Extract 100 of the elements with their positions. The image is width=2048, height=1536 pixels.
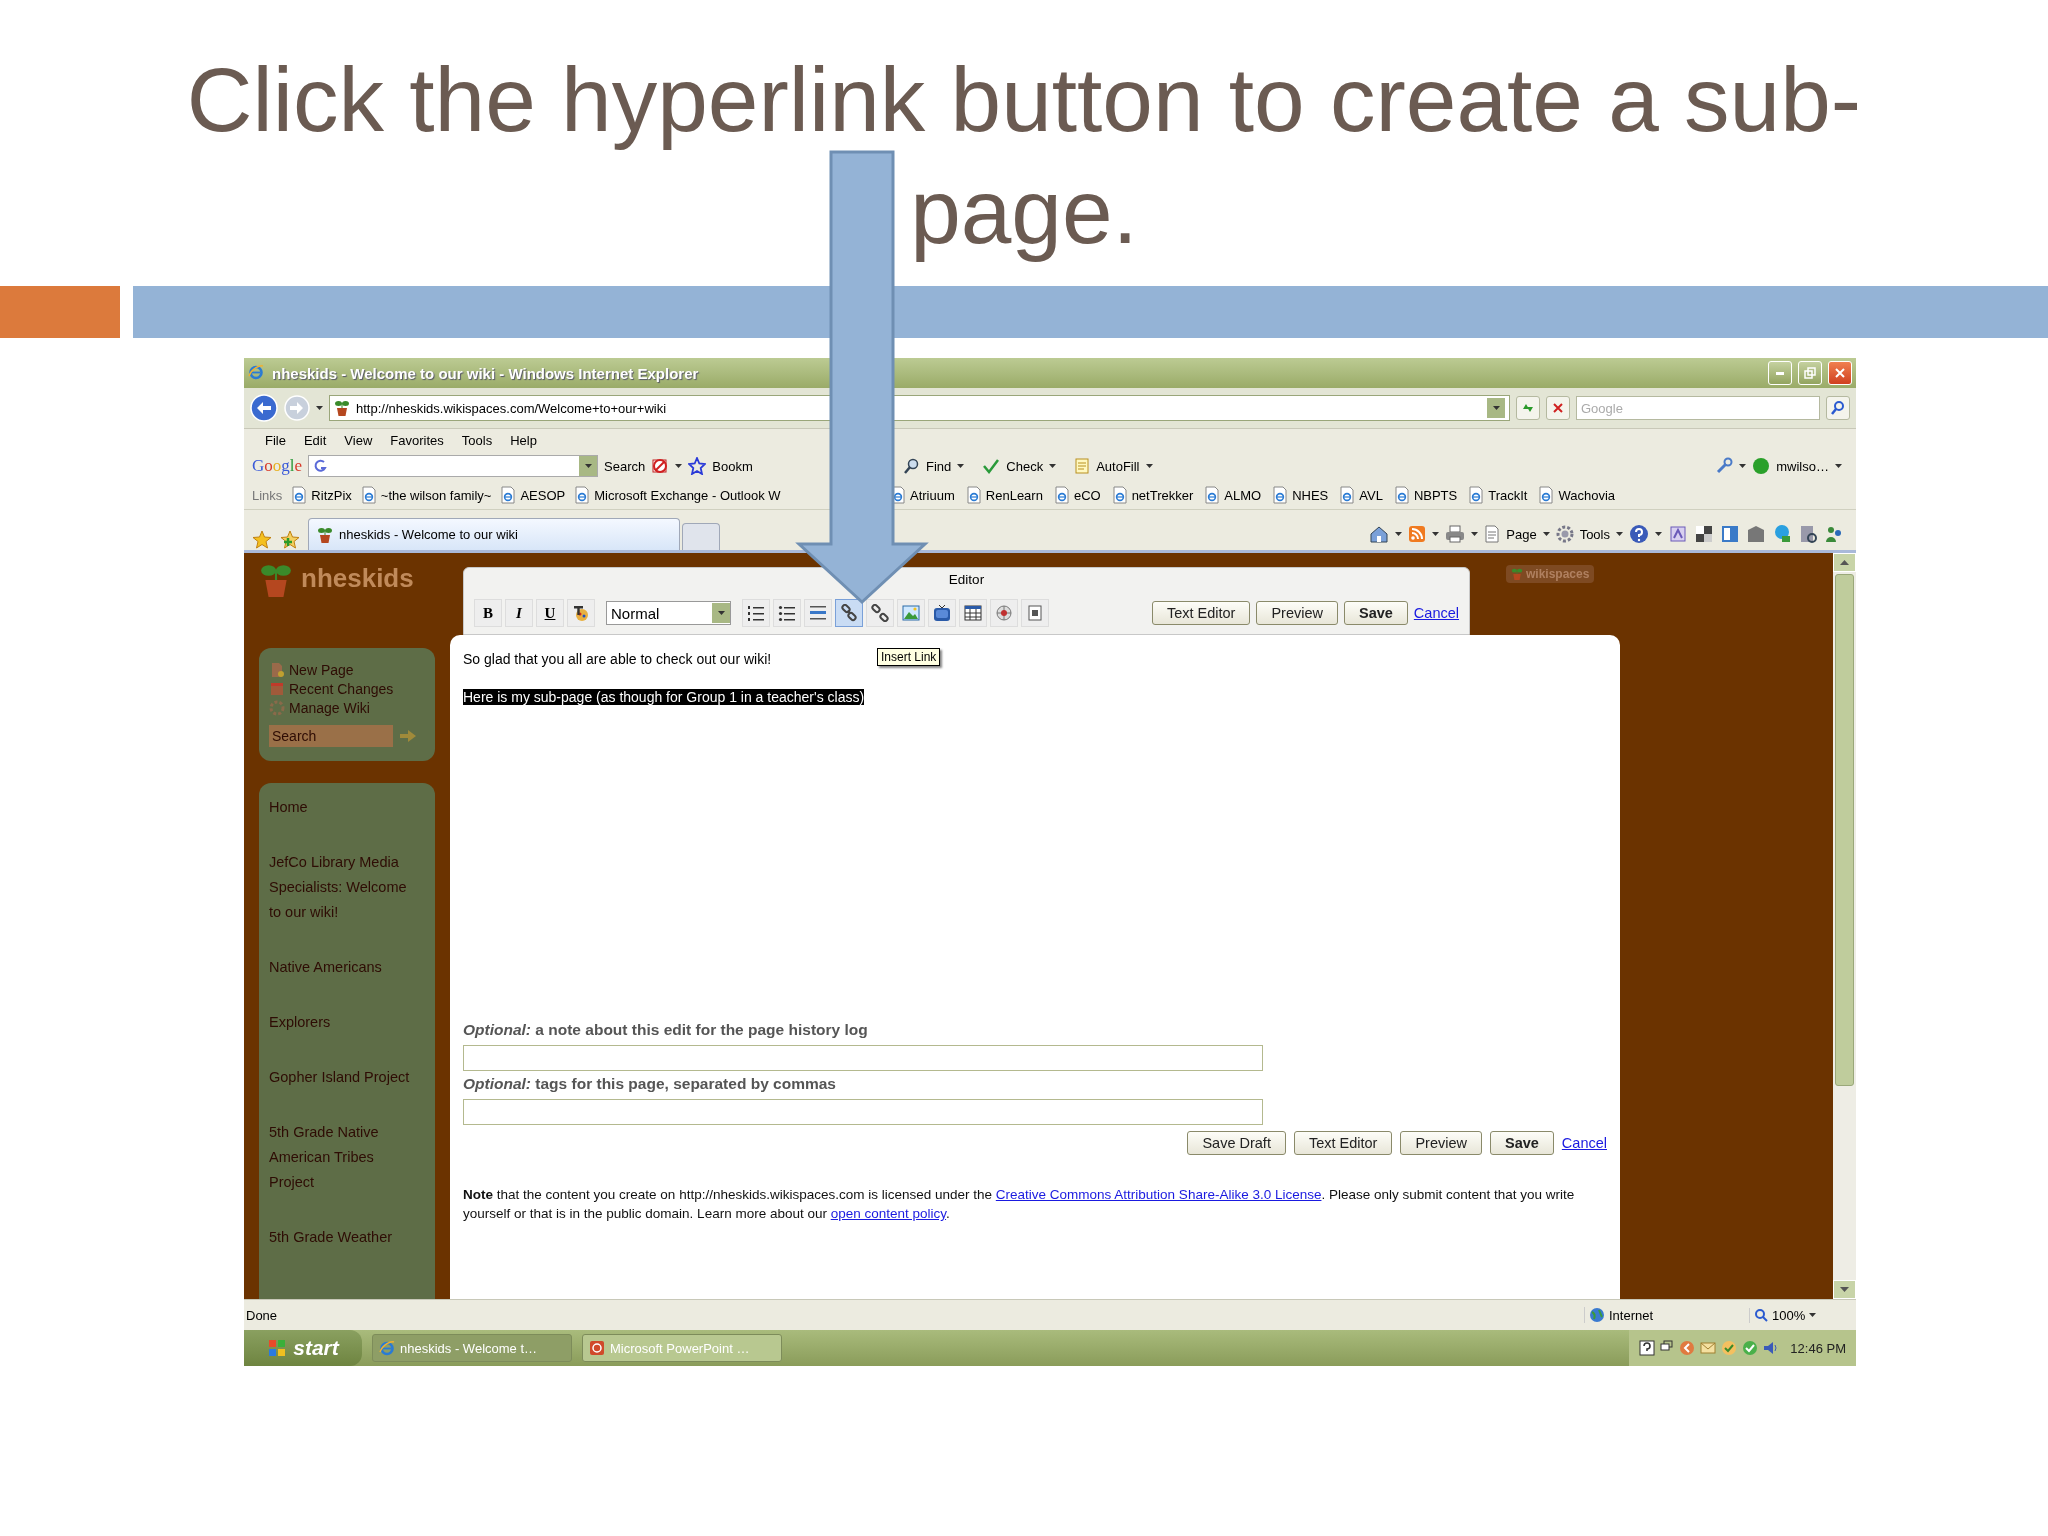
caret-icon[interactable] [1542, 532, 1550, 536]
search-field[interactable]: Google [1576, 396, 1820, 420]
refresh-button[interactable] [1516, 396, 1540, 420]
messenger-icon[interactable] [1772, 524, 1792, 544]
save-button[interactable]: Save [1344, 601, 1408, 625]
address-field[interactable]: http://nheskids.wikispaces.com/Welcome+to+our+wiki [329, 395, 1510, 421]
search-field[interactable]: Search [269, 725, 393, 747]
cancel-link[interactable]: Cancel [1561, 1135, 1607, 1151]
caret-icon[interactable] [1395, 532, 1403, 536]
search-button[interactable] [1826, 396, 1850, 420]
input-field[interactable] [463, 1045, 1263, 1071]
menu-item[interactable]: File [258, 430, 293, 450]
toolbar-button[interactable]: AutoFill [1096, 458, 1140, 474]
dropdown-button[interactable] [1487, 398, 1505, 418]
widget-button[interactable] [990, 599, 1018, 627]
caret-icon[interactable] [1835, 464, 1842, 468]
stop-button[interactable] [1546, 396, 1570, 420]
cancel-link[interactable]: Cancel [1413, 605, 1459, 621]
caret-icon[interactable] [1655, 532, 1662, 536]
window-icon[interactable] [1694, 524, 1714, 544]
menu-item[interactable]: Edit [296, 430, 334, 450]
browser-tab[interactable]: nheskids - Welcome to our wiki [308, 518, 680, 550]
input-field[interactable] [463, 1099, 1263, 1125]
menu-item[interactable]: Favorites [383, 430, 451, 450]
start-button[interactable]: start [244, 1330, 362, 1366]
print-icon[interactable] [1445, 525, 1466, 543]
panel-icon[interactable] [1720, 524, 1740, 544]
bookmark-link[interactable]: ~the wilson family~ [380, 487, 492, 503]
action-button[interactable]: Text Editor [1293, 1131, 1393, 1155]
minimize-button[interactable] [1768, 361, 1792, 385]
color-button[interactable] [567, 599, 595, 627]
caret-icon[interactable] [316, 406, 323, 410]
bookmark-link[interactable]: RitzPix [311, 487, 352, 503]
bookmark-link[interactable]: NBPTS [1413, 487, 1458, 503]
table-button[interactable] [959, 599, 987, 627]
bullet-list-button[interactable] [773, 599, 801, 627]
popup-blocker-icon[interactable] [651, 457, 670, 475]
bookmarks-button[interactable]: Bookm [712, 458, 753, 474]
media-button[interactable] [928, 599, 956, 627]
rule-button[interactable] [804, 599, 832, 627]
zoom-level[interactable]: 100% [1772, 1307, 1806, 1323]
underline-button[interactable]: U [536, 599, 564, 627]
search-button[interactable]: Search [604, 458, 646, 474]
caret-icon[interactable] [584, 464, 592, 468]
bookmark-link[interactable]: eCO [1073, 487, 1101, 503]
bookmark-link[interactable]: AESOP [520, 487, 566, 503]
command-button[interactable]: Tools [1579, 526, 1610, 542]
caret-icon[interactable] [1049, 464, 1057, 468]
link-button[interactable] [835, 599, 863, 627]
action-button[interactable]: Save Draft [1187, 1131, 1286, 1155]
action-button[interactable]: Text Editor [1151, 601, 1251, 625]
bookmark-link[interactable]: ALMO [1224, 487, 1262, 503]
people-icon[interactable] [1824, 524, 1844, 544]
menu-item[interactable]: Tools [454, 430, 500, 450]
favorites-star-icon[interactable] [252, 530, 272, 550]
caret-icon[interactable] [1145, 464, 1153, 468]
check-icon[interactable] [1742, 1340, 1759, 1356]
toolbar-button[interactable]: Find [926, 458, 952, 474]
help-icon[interactable] [1639, 1340, 1656, 1356]
bold-button[interactable]: B [474, 599, 502, 627]
menu-item[interactable]: View [337, 430, 380, 450]
caret-icon[interactable] [1739, 464, 1747, 468]
bookmark-link[interactable]: netTrekker [1131, 487, 1194, 503]
account-menu[interactable]: mwilso… [1776, 458, 1829, 474]
special-button[interactable] [1021, 599, 1049, 627]
bookmark-link[interactable]: AVL [1359, 487, 1383, 503]
restore-button[interactable] [1798, 361, 1822, 385]
caret-icon[interactable] [1432, 532, 1440, 536]
save-button[interactable]: Save [1490, 1131, 1554, 1155]
bookmark-link[interactable]: Atriuum [910, 487, 955, 503]
bookmark-link[interactable]: Microsoft Exchange - Outlook W [594, 487, 781, 503]
bookmark-link[interactable]: Wachovia [1558, 487, 1616, 503]
unlink-button[interactable] [866, 599, 894, 627]
home-icon[interactable] [1369, 525, 1390, 543]
feed-icon[interactable] [1408, 525, 1427, 543]
caret-icon[interactable] [1809, 1313, 1817, 1317]
bookmark-link[interactable]: NHES [1292, 487, 1329, 503]
toolbar-search-field[interactable] [308, 455, 599, 477]
bookmark-link[interactable]: RenLearn [985, 487, 1043, 503]
menu-item[interactable]: Help [503, 430, 544, 450]
wrench-icon[interactable] [1715, 457, 1734, 475]
caret-icon[interactable] [717, 611, 725, 615]
toolbar-button[interactable]: Check [1006, 458, 1044, 474]
italic-button[interactable]: I [505, 599, 533, 627]
action-button[interactable]: Preview [1256, 601, 1338, 625]
format-select[interactable]: Normal [606, 601, 731, 625]
numbered-list-button[interactable] [742, 599, 770, 627]
scrollbar[interactable] [1833, 553, 1856, 1299]
close-button[interactable] [1828, 361, 1852, 385]
caret-icon[interactable] [675, 464, 683, 468]
back-button[interactable] [250, 394, 278, 422]
command-button[interactable]: Page [1506, 526, 1537, 542]
add-favorite-icon[interactable] [280, 530, 300, 550]
speaker-icon[interactable] [1763, 1340, 1780, 1356]
dropdown-button[interactable] [579, 456, 598, 476]
star-icon[interactable] [688, 457, 707, 475]
caret-icon[interactable] [1471, 532, 1479, 536]
action-button[interactable]: Preview [1400, 1131, 1482, 1155]
help-icon[interactable] [1629, 524, 1649, 544]
bookmark-link[interactable]: TrackIt [1488, 487, 1528, 503]
